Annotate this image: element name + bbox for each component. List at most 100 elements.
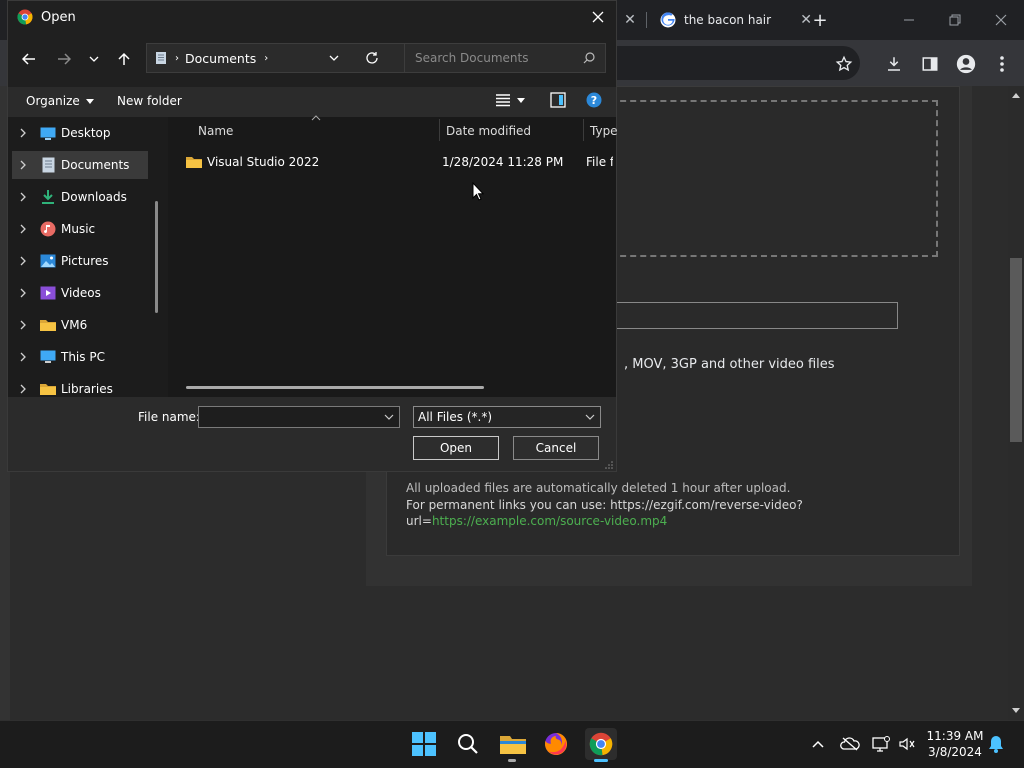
expand-chevron-icon[interactable]	[12, 352, 34, 362]
column-divider[interactable]	[583, 119, 584, 141]
side-panel-icon[interactable]	[918, 52, 942, 76]
file-name-label: File name:	[138, 410, 200, 424]
breadcrumb-chevron-icon: ›	[175, 52, 179, 64]
nav-item-desktop[interactable]: Desktop	[12, 119, 148, 147]
chevron-down-icon[interactable]	[384, 414, 394, 420]
search-input[interactable]	[413, 50, 577, 66]
onedrive-offline-icon[interactable]	[840, 734, 860, 754]
file-type-filter-select[interactable]: All Files (*.*)	[413, 406, 601, 428]
show-hidden-icons-chevron-up-icon[interactable]	[808, 734, 828, 754]
cancel-button[interactable]: Cancel	[513, 436, 599, 460]
address-bar[interactable]	[610, 46, 860, 80]
profile-avatar-icon[interactable]	[954, 52, 978, 76]
system-clock[interactable]: 11:39 AM 3/8/2024	[918, 728, 992, 760]
nav-item-downloads[interactable]: Downloads	[12, 183, 148, 211]
column-header-date-modified[interactable]: Date modified	[446, 124, 531, 138]
nav-item-label: Music	[61, 222, 96, 236]
nav-item-music[interactable]: Music	[12, 215, 148, 243]
start-button-windows-icon[interactable]	[408, 728, 440, 760]
expand-chevron-icon[interactable]	[12, 288, 34, 298]
expand-chevron-icon[interactable]	[12, 224, 34, 234]
restore-button[interactable]	[932, 0, 978, 40]
expand-chevron-icon[interactable]	[12, 160, 34, 170]
tab-separator	[646, 12, 647, 28]
back-button[interactable]	[17, 45, 41, 73]
tab-title: the bacon hair	[684, 13, 772, 27]
column-header-type[interactable]: Type	[590, 124, 618, 138]
window-close-button[interactable]	[978, 0, 1024, 40]
network-icon[interactable]	[871, 734, 891, 754]
nav-item-libraries[interactable]: Libraries	[12, 375, 148, 403]
refresh-icon[interactable]	[365, 51, 379, 65]
breadcrumb-documents[interactable]: Documents	[185, 51, 256, 66]
expand-chevron-icon[interactable]	[12, 256, 34, 266]
volume-muted-icon[interactable]	[897, 734, 917, 754]
file-name: Visual Studio 2022	[207, 155, 320, 169]
nav-item-label: Downloads	[61, 190, 127, 204]
nav-item-documents[interactable]: Documents	[12, 151, 148, 179]
svg-text:?: ?	[591, 94, 597, 107]
dialog-search-box[interactable]	[404, 43, 606, 73]
taskbar-search-icon[interactable]	[452, 728, 484, 760]
downloads-icon	[40, 189, 56, 205]
permanent-link-example: url=https://example.com/source-video.mp4	[406, 513, 826, 530]
forward-button[interactable]	[52, 45, 76, 73]
expand-chevron-icon[interactable]	[12, 128, 34, 138]
new-folder-button[interactable]: New folder	[117, 94, 182, 108]
nav-item-pictures[interactable]: Pictures	[12, 247, 148, 275]
resize-grip-icon[interactable]	[605, 461, 613, 469]
file-dropzone[interactable]	[600, 100, 938, 257]
file-name-combobox[interactable]	[198, 406, 400, 428]
navigation-pane-scrollbar[interactable]	[155, 201, 158, 313]
column-header-name[interactable]: Name	[198, 124, 233, 138]
search-icon	[583, 52, 595, 64]
page-scrollbar-thumb[interactable]	[1010, 258, 1022, 442]
tab-the-bacon-hair[interactable]: the bacon hair ✕	[650, 6, 822, 34]
example-url-link[interactable]: https://example.com/source-video.mp4	[432, 514, 667, 528]
desktop-icon	[40, 125, 56, 141]
new-folder-label: New folder	[117, 94, 182, 108]
file-explorer-icon[interactable]	[497, 728, 529, 760]
file-type: File f	[586, 155, 613, 169]
minimize-button[interactable]	[886, 0, 932, 40]
prev-tab-close-button[interactable]: ✕	[620, 6, 640, 34]
address-dropdown-icon[interactable]	[329, 55, 339, 61]
expand-chevron-icon[interactable]	[12, 384, 34, 394]
video-url-input[interactable]	[610, 302, 898, 329]
app-running-indicator	[508, 759, 516, 762]
up-folder-button[interactable]	[112, 45, 136, 73]
chrome-taskbar-icon[interactable]	[585, 728, 617, 760]
column-divider[interactable]	[439, 119, 440, 141]
nav-item-videos[interactable]: Videos	[12, 279, 148, 307]
new-tab-button[interactable]: +	[810, 8, 830, 32]
nav-item-vm6[interactable]: VM6	[12, 311, 148, 339]
nav-item-label: Pictures	[61, 254, 109, 268]
dialog-address-bar[interactable]: › Documents ›	[146, 43, 406, 73]
chevron-down-icon	[585, 414, 595, 420]
dialog-close-button[interactable]	[588, 7, 608, 27]
notification-bell-icon[interactable]	[986, 734, 1006, 754]
this-pc-icon	[40, 349, 56, 365]
dialog-title-bar: Open	[8, 1, 616, 33]
nav-item-label: Videos	[61, 286, 101, 300]
clock-date: 3/8/2024	[928, 745, 982, 759]
nav-item-label: This PC	[61, 350, 105, 364]
organize-menu[interactable]: Organize	[26, 94, 94, 108]
expand-chevron-icon[interactable]	[12, 320, 34, 330]
download-icon[interactable]	[882, 52, 906, 76]
preview-pane-button[interactable]	[550, 92, 566, 108]
file-list-horizontal-scrollbar[interactable]	[186, 386, 484, 389]
url-param-prefix: url=	[406, 514, 432, 528]
firefox-icon[interactable]	[540, 728, 572, 760]
view-options-button[interactable]	[495, 93, 525, 107]
music-icon	[40, 221, 56, 237]
help-icon[interactable]: ?	[586, 92, 602, 108]
browser-menu-icon[interactable]	[990, 52, 1014, 76]
expand-chevron-icon[interactable]	[12, 192, 34, 202]
bookmark-star-icon[interactable]	[832, 52, 856, 76]
open-button[interactable]: Open	[413, 436, 499, 460]
nav-item-this-pc[interactable]: This PC	[12, 343, 148, 371]
auto-delete-note: All uploaded files are automatically del…	[406, 481, 791, 495]
file-row[interactable]: Visual Studio 2022 1/28/2024 11:28 PM Fi…	[186, 151, 616, 173]
recent-locations-button[interactable]	[82, 45, 106, 73]
